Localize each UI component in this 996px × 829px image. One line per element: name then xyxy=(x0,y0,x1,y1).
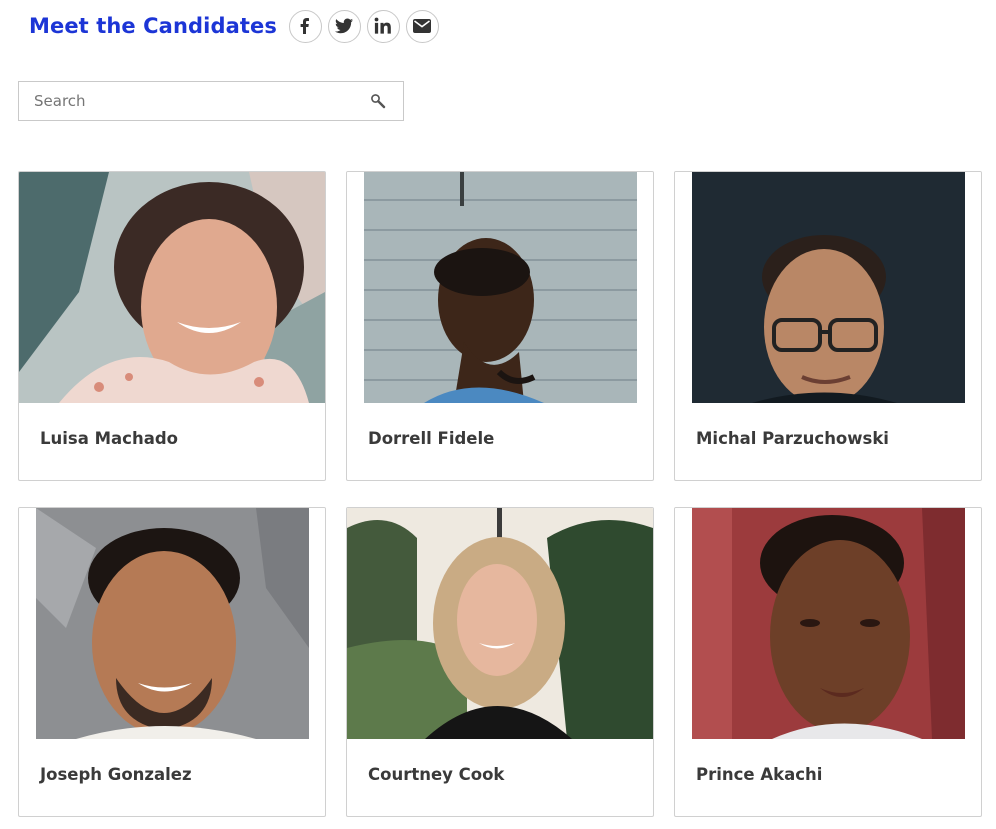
candidate-photo xyxy=(691,508,965,739)
candidate-card[interactable]: Michal Parzuchowski xyxy=(674,171,982,481)
search-input[interactable] xyxy=(19,82,367,120)
facebook-share-button[interactable] xyxy=(288,9,322,43)
candidate-name: Luisa Machado xyxy=(40,429,178,448)
candidate-photo xyxy=(691,172,965,403)
candidate-photo xyxy=(35,508,309,739)
candidate-name: Prince Akachi xyxy=(696,765,823,784)
search-box xyxy=(18,81,404,121)
page-header: Meet the Candidates xyxy=(29,8,439,44)
page-title: Meet the Candidates xyxy=(29,14,277,38)
candidate-photo xyxy=(347,508,653,739)
candidate-photo xyxy=(363,172,637,403)
email-icon xyxy=(413,19,432,33)
linkedin-share-button[interactable] xyxy=(366,9,400,43)
twitter-icon xyxy=(335,18,354,34)
facebook-icon xyxy=(301,18,310,34)
twitter-share-button[interactable] xyxy=(327,9,361,43)
candidate-card[interactable]: Luisa Machado xyxy=(18,171,326,481)
candidate-card[interactable]: Prince Akachi xyxy=(674,507,982,817)
candidate-name: Michal Parzuchowski xyxy=(696,429,889,448)
candidate-name: Dorrell Fidele xyxy=(368,429,495,448)
email-share-button[interactable] xyxy=(405,9,439,43)
candidate-name: Joseph Gonzalez xyxy=(40,765,192,784)
candidate-card[interactable]: Dorrell Fidele xyxy=(346,171,654,481)
candidate-grid: Luisa Machado Dorrell Fidele Michal Parz… xyxy=(18,171,982,817)
search-icon[interactable] xyxy=(367,90,389,112)
candidate-card[interactable]: Courtney Cook xyxy=(346,507,654,817)
linkedin-icon xyxy=(375,17,392,34)
candidate-name: Courtney Cook xyxy=(368,765,505,784)
candidate-photo xyxy=(19,172,325,403)
share-buttons xyxy=(288,9,439,43)
candidate-card[interactable]: Joseph Gonzalez xyxy=(18,507,326,817)
